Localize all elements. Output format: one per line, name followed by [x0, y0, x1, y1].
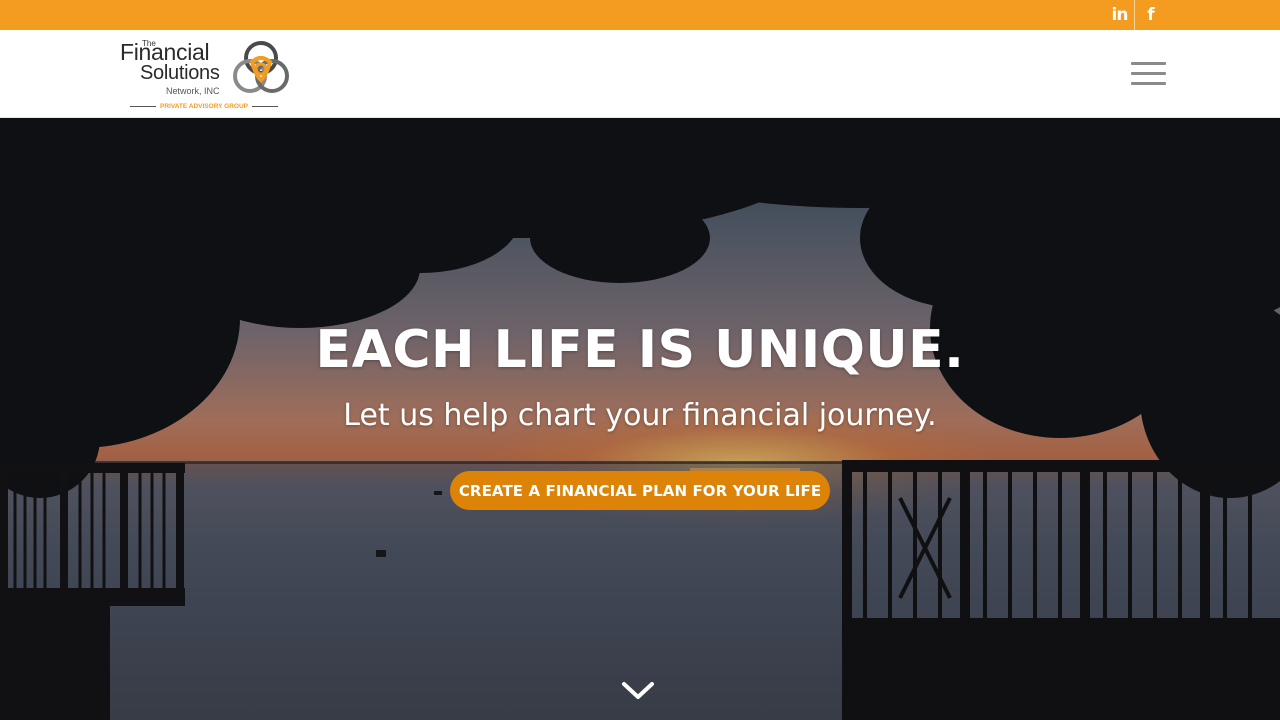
linkedin-icon[interactable]: in	[1105, 0, 1135, 30]
hero-title: EACH LIFE IS UNIQUE.	[315, 320, 965, 380]
logo-rings-icon	[233, 41, 289, 93]
hamburger-line	[1131, 82, 1166, 85]
hamburger-line	[1131, 62, 1166, 65]
logo-tagline: PRIVATE ADVISORY GROUP	[160, 102, 249, 110]
chevron-down-icon[interactable]	[620, 678, 656, 702]
logo-rule-right	[252, 105, 279, 107]
create-plan-button[interactable]: CREATE A FINANCIAL PLAN FOR YOUR LIFE	[450, 471, 830, 510]
hamburger-menu-icon[interactable]	[1131, 60, 1167, 88]
logo-tagline-row: PRIVATE ADVISORY GROUP	[130, 100, 279, 112]
top-bar: in f	[0, 0, 1280, 30]
site-logo[interactable]: The Financial Solutions Network, INC PRI…	[118, 36, 298, 114]
hamburger-line	[1131, 72, 1166, 75]
site-header: The Financial Solutions Network, INC PRI…	[0, 30, 1280, 118]
logo-solutions-text: Solutions	[140, 62, 220, 84]
hero-subtitle: Let us help chart your financial journey…	[343, 398, 937, 433]
logo-rule-left	[130, 105, 156, 107]
hero-section: EACH LIFE IS UNIQUE. Let us help chart y…	[0, 118, 1280, 720]
logo-network-text: Network, INC	[166, 86, 220, 96]
facebook-icon[interactable]: f	[1136, 0, 1166, 30]
